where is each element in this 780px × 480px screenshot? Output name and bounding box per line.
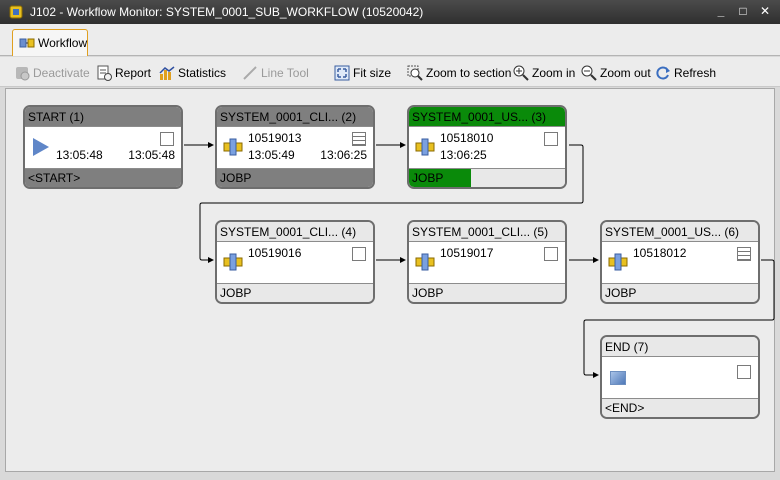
node-title: SYSTEM_0001_CLI... (2)	[217, 107, 373, 127]
deactivate-label: Deactivate	[33, 66, 90, 80]
window-title: J102 - Workflow Monitor: SYSTEM_0001_SUB…	[30, 5, 424, 19]
node-job-id: 10518012	[633, 246, 687, 260]
fit-size-icon	[334, 65, 350, 81]
workflow-canvas[interactable]: START (1) 13:05:48 13:05:48 <START> SYST…	[5, 88, 775, 472]
node-report-icon[interactable]	[737, 247, 751, 261]
tab-bar: Workflow	[0, 24, 780, 56]
minimize-button[interactable]: _	[712, 3, 730, 20]
report-button[interactable]: Report	[96, 63, 151, 83]
zoom-section-icon	[407, 65, 423, 81]
workflow-node-3[interactable]: SYSTEM_0001_US... (3) 10518010 13:06:25 …	[407, 105, 567, 189]
node-title: SYSTEM_0001_CLI... (4)	[217, 222, 373, 242]
deactivate-button[interactable]: Deactivate	[14, 63, 90, 83]
node-detail-icon[interactable]	[352, 247, 366, 261]
node-title: SYSTEM_0001_CLI... (5)	[409, 222, 565, 242]
node-report-icon[interactable]	[352, 132, 366, 146]
close-button[interactable]: ✕	[756, 3, 774, 20]
zoom-in-label: Zoom in	[532, 66, 576, 80]
zoom-in-icon	[513, 65, 529, 81]
node-title: SYSTEM_0001_US... (3)	[409, 107, 565, 127]
job-plan-icon	[608, 253, 628, 271]
tab-label: Workflow	[38, 36, 88, 50]
node-end-time: 13:06:25	[320, 148, 367, 162]
workflow-node-2[interactable]: SYSTEM_0001_CLI... (2) 10519013 13:05:49…	[215, 105, 375, 189]
job-plan-icon	[415, 253, 435, 271]
zoom-out-label: Zoom out	[600, 66, 651, 80]
node-type: <START>	[28, 171, 81, 185]
statistics-icon	[159, 65, 175, 81]
start-play-icon	[33, 138, 49, 156]
fit-size-label: Fit size	[353, 66, 392, 80]
job-plan-icon	[223, 253, 243, 271]
job-plan-icon	[415, 138, 435, 156]
refresh-icon	[655, 65, 671, 81]
line-tool-label: Line Tool	[261, 66, 309, 80]
node-title: SYSTEM_0001_US... (6)	[602, 222, 758, 242]
node-type: JOBP	[412, 171, 444, 185]
tab-workflow[interactable]: Workflow	[12, 29, 88, 56]
workflow-node-6[interactable]: SYSTEM_0001_US... (6) 10518012 JOBP	[600, 220, 760, 304]
refresh-label: Refresh	[674, 66, 717, 80]
workflow-node-start[interactable]: START (1) 13:05:48 13:05:48 <START>	[23, 105, 183, 189]
node-job-id: 10519013	[248, 131, 302, 145]
node-job-id: 10519016	[248, 246, 302, 260]
statistics-button[interactable]: Statistics	[159, 63, 226, 83]
workflow-icon	[19, 35, 35, 51]
report-label: Report	[115, 66, 152, 80]
node-type: <END>	[605, 401, 645, 415]
node-start-time: 13:05:49	[248, 148, 295, 162]
node-type: JOBP	[220, 286, 252, 300]
node-type: JOBP	[220, 171, 252, 185]
workflow-node-4[interactable]: SYSTEM_0001_CLI... (4) 10519016 JOBP	[215, 220, 375, 304]
node-detail-icon[interactable]	[544, 132, 558, 146]
node-detail-icon[interactable]	[160, 132, 174, 146]
node-type: JOBP	[605, 286, 637, 300]
node-detail-icon[interactable]	[737, 365, 751, 379]
zoom-to-section-button[interactable]: Zoom to section	[407, 63, 511, 83]
workflow-node-5[interactable]: SYSTEM_0001_CLI... (5) 10519017 JOBP	[407, 220, 567, 304]
toolbar: Deactivate Report Statistics Line Tool F…	[0, 57, 780, 87]
end-icon	[610, 371, 626, 385]
fit-size-button[interactable]: Fit size	[334, 63, 391, 83]
app-icon	[8, 4, 24, 20]
node-end-time: 13:05:48	[128, 148, 175, 162]
zoom-in-button[interactable]: Zoom in	[513, 63, 575, 83]
node-job-id: 10519017	[440, 246, 494, 260]
refresh-button[interactable]: Refresh	[655, 63, 716, 83]
node-job-id: 10518010	[440, 131, 494, 145]
report-icon	[96, 65, 112, 81]
zoom-out-icon	[581, 65, 597, 81]
line-tool-icon	[242, 65, 258, 81]
zoom-section-label: Zoom to section	[426, 66, 512, 80]
node-type: JOBP	[412, 286, 444, 300]
node-start-time: 13:05:48	[56, 148, 103, 162]
line-tool-button[interactable]: Line Tool	[242, 63, 309, 83]
maximize-button[interactable]: □	[734, 3, 752, 20]
node-title: END (7)	[602, 337, 758, 357]
window-titlebar: J102 - Workflow Monitor: SYSTEM_0001_SUB…	[0, 0, 780, 24]
node-detail-icon[interactable]	[544, 247, 558, 261]
zoom-out-button[interactable]: Zoom out	[581, 63, 651, 83]
job-plan-icon	[223, 138, 243, 156]
statistics-label: Statistics	[178, 66, 227, 80]
node-start-time: 13:06:25	[440, 148, 487, 162]
node-title: START (1)	[25, 107, 181, 127]
workflow-node-end[interactable]: END (7) <END>	[600, 335, 760, 419]
deactivate-icon	[14, 65, 30, 81]
